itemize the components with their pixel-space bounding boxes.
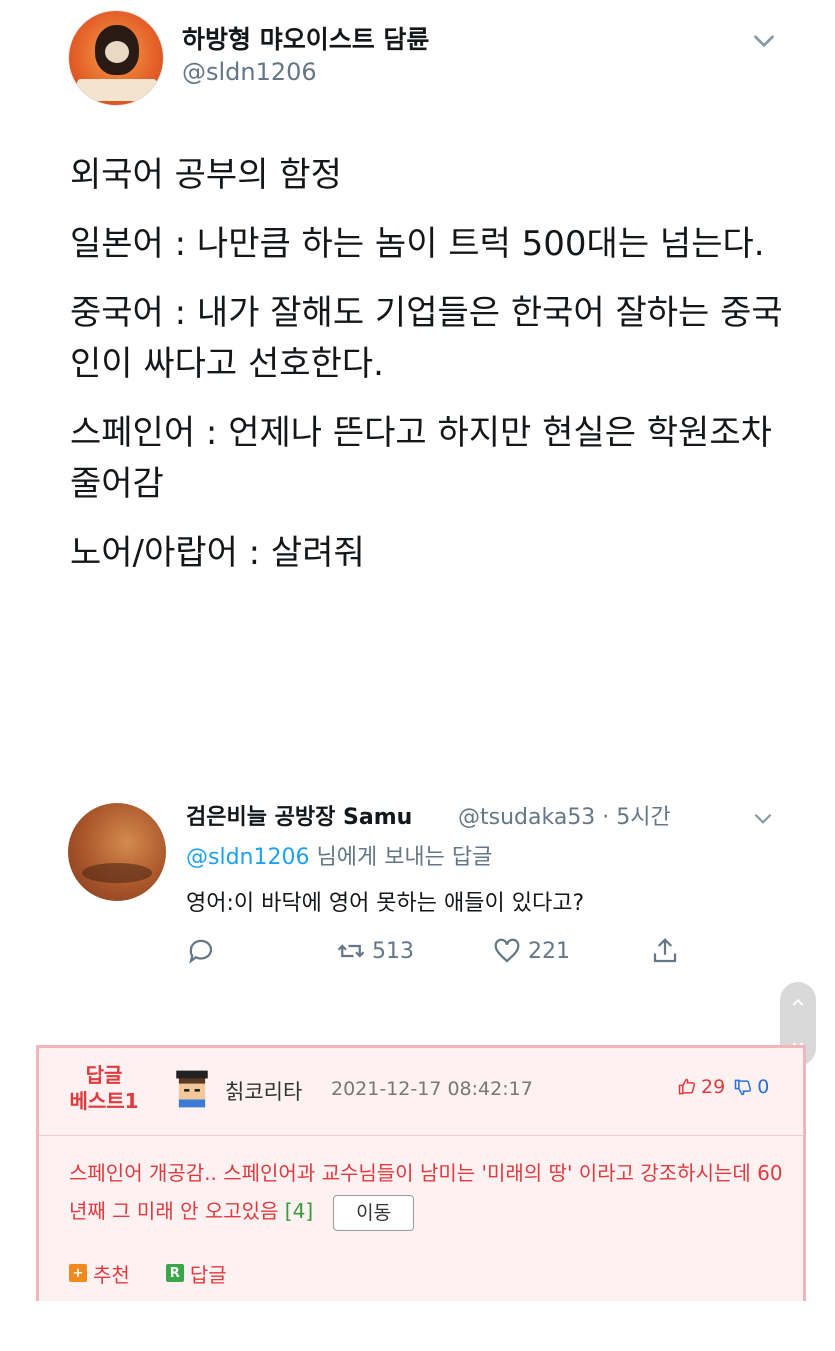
- best-label-line1: 답글: [85, 1063, 123, 1087]
- share-button[interactable]: [650, 933, 680, 969]
- user-handle[interactable]: @sldn1206: [182, 58, 317, 86]
- comment-username[interactable]: 칡코리타: [225, 1076, 302, 1106]
- tweet-text: 외국어 공부의 함정 일본어 : 나만큼 하는 놈이 트럭 500대는 넘는다.…: [70, 150, 790, 597]
- recommend-label: 추천: [93, 1262, 130, 1287]
- replying-to: @sldn1206 님에게 보내는 답글: [186, 839, 492, 871]
- chevron-down-icon[interactable]: [750, 805, 776, 831]
- share-icon: [653, 938, 677, 963]
- upvote-count: 29: [701, 1076, 726, 1098]
- downvote-count: 0: [757, 1076, 770, 1098]
- heart-icon: [494, 938, 520, 963]
- reply-actions: 513 221: [186, 933, 706, 969]
- tweet-line: 중국어 : 내가 잘해도 기업들은 한국어 잘하는 중국인이 싸다고 선호한다.: [70, 293, 783, 384]
- retweet-icon: [337, 944, 365, 958]
- tweet-line: 노어/아랍어 : 살려줘: [70, 533, 365, 573]
- recommend-button[interactable]: + 추천: [69, 1259, 130, 1288]
- comment-footer: + 추천 R 답글: [69, 1258, 263, 1288]
- tweet-line: 일본어 : 나만큼 하는 놈이 트럭 500대는 넘는다.: [70, 224, 765, 264]
- comment-icon: [189, 939, 213, 964]
- reply-label: 답글: [189, 1262, 227, 1287]
- reply-r-icon: R: [165, 1264, 184, 1282]
- user-level-icon: [176, 1070, 208, 1108]
- tweet-line: 외국어 공부의 함정: [70, 155, 342, 195]
- comment-button[interactable]: [186, 933, 216, 969]
- like-count: 221: [528, 938, 570, 964]
- reply-button[interactable]: R 답글: [165, 1259, 227, 1288]
- reply-handle-time[interactable]: @tsudaka53 · 5시간: [458, 799, 671, 831]
- avatar-portrait: [95, 25, 139, 75]
- comment-reply-count[interactable]: [4]: [285, 1199, 313, 1223]
- chevron-up-icon[interactable]: [790, 995, 806, 1011]
- comment-header: 답글 베스트1 칡코리타 2021-12-17 08:42:17 29 0: [39, 1048, 803, 1136]
- avatar[interactable]: [68, 10, 164, 106]
- like-button[interactable]: 221: [492, 933, 570, 969]
- display-name[interactable]: 하방형 먀오이스트 담륜: [182, 20, 429, 56]
- reply-to-suffix: 님에게 보내는 답글: [309, 845, 493, 870]
- chevron-down-icon[interactable]: [748, 24, 780, 56]
- thumbs-up-icon[interactable]: [677, 1077, 697, 1097]
- reply-avatar[interactable]: [68, 803, 166, 901]
- best-comment: 답글 베스트1 칡코리타 2021-12-17 08:42:17 29 0 스페…: [36, 1045, 806, 1301]
- tweet-header: 하방형 먀오이스트 담륜 @sldn1206: [68, 10, 788, 106]
- retweet-button[interactable]: 513: [336, 933, 414, 969]
- retweet-count: 513: [372, 938, 414, 964]
- comment-datetime: 2021-12-17 08:42:17: [331, 1078, 533, 1100]
- move-button[interactable]: 이동: [333, 1194, 415, 1231]
- best-label-line2: 베스트1: [69, 1089, 139, 1113]
- thumbs-down-icon[interactable]: [733, 1077, 753, 1097]
- comment-body: 스페인어 개공감.. 스페인어과 교수님들이 남미는 '미래의 땅' 이라고 강…: [69, 1154, 789, 1231]
- reply-text: 영어:이 바닥에 영어 못하는 애들이 있다고?: [186, 891, 585, 916]
- avatar-decoration: [77, 79, 157, 101]
- reply-display-name[interactable]: 검은비늘 공방장 Samu: [186, 799, 412, 831]
- comment-text: 스페인어 개공감.. 스페인어과 교수님들이 남미는 '미래의 땅' 이라고 강…: [69, 1161, 783, 1223]
- tweet-line: 스페인어 : 언제나 뜬다고 하지만 현실은 학원조차 줄어감: [70, 413, 772, 504]
- reply-tweet: 검은비늘 공방장 Samu @tsudaka53 · 5시간 @sldn1206…: [68, 795, 788, 985]
- vote-counts: 29 0: [677, 1076, 769, 1098]
- plus-icon: +: [69, 1264, 87, 1282]
- best-reply-badge: 답글 베스트1: [49, 1062, 159, 1114]
- reply-to-mention[interactable]: @sldn1206: [186, 845, 309, 870]
